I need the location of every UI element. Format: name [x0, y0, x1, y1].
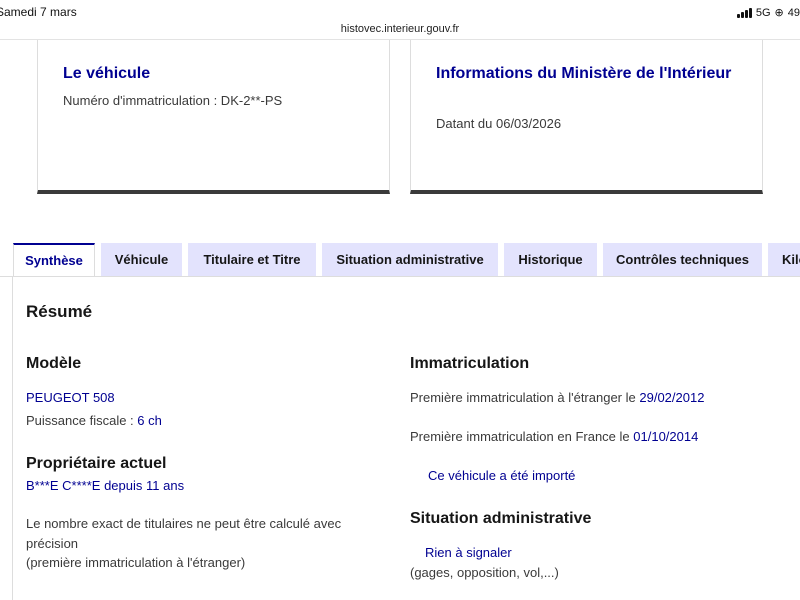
owner-heading: Propriétaire actuel: [26, 455, 167, 472]
registration-heading: Immatriculation: [410, 355, 530, 372]
france-registration: Première immatriculation en France le 01…: [410, 429, 698, 444]
status-bar: Samedi 7 mars 5G ⊕ 49 histovec.interieur…: [0, 0, 800, 40]
admin-status-heading: Situation administrative: [410, 510, 592, 527]
signal-icon: [736, 7, 752, 18]
tab-kilometrage[interactable]: Kilo: [768, 243, 800, 276]
address-bar-url[interactable]: histovec.interieur.gouv.fr: [0, 23, 800, 35]
tab-vehicule[interactable]: Véhicule: [101, 243, 182, 276]
plate-number: Numéro d'immatriculation : DK-2**-PS: [63, 93, 283, 108]
france-registration-label: Première immatriculation en France le: [410, 429, 630, 444]
network-label: 5G: [755, 6, 771, 19]
ministry-card-title: Informations du Ministère de l'Intérieur: [436, 65, 732, 82]
admin-status-details: (gages, opposition, vol,...): [410, 565, 559, 580]
data-date: Datant du 06/03/2026: [436, 116, 562, 131]
model-name: PEUGEOT 508: [26, 390, 115, 405]
owner-since-label: depuis: [104, 478, 143, 493]
france-registration-date: 01/10/2014: [633, 429, 699, 444]
tab-situation-administrative[interactable]: Situation administrative: [322, 243, 498, 276]
owner-name: B***E C****E: [26, 478, 101, 493]
admin-status-link[interactable]: Rien à signaler: [425, 545, 512, 560]
fiscal-power-label: Puissance fiscale :: [26, 413, 134, 428]
owner-note-line1: Le nombre exact de titulaires ne peut êt…: [26, 516, 342, 531]
fiscal-power-value: 6 ch: [137, 413, 162, 428]
foreign-registration: Première immatriculation à l'étranger le…: [410, 390, 704, 405]
tab-titulaire-titre[interactable]: Titulaire et Titre: [188, 243, 316, 276]
vehicle-card: Le véhicule Numéro d'immatriculation : D…: [37, 40, 390, 194]
owner-since-value: 11 ans: [146, 478, 185, 493]
foreign-registration-date: 29/02/2012: [639, 390, 705, 405]
fiscal-power: Puissance fiscale : 6 ch: [26, 413, 162, 428]
orientation-lock-icon: ⊕: [774, 7, 784, 19]
tab-bar: Synthèse Véhicule Titulaire et Titre Sit…: [0, 243, 800, 276]
tab-controles-techniques[interactable]: Contrôles techniques: [603, 243, 762, 276]
owner-line: B***E C****E depuis 11 ans: [26, 478, 184, 493]
foreign-registration-label: Première immatriculation à l'étranger le: [410, 390, 636, 405]
tab-synthese[interactable]: Synthèse: [13, 243, 95, 276]
tab-historique[interactable]: Historique: [504, 243, 597, 276]
owner-note-line2: précision: [26, 536, 79, 551]
battery-label: 49: [787, 6, 800, 19]
model-heading: Modèle: [26, 355, 82, 372]
status-indicators: 5G ⊕ 49: [736, 6, 800, 19]
status-date: Samedi 7 mars: [0, 5, 77, 19]
ministry-card: Informations du Ministère de l'Intérieur…: [410, 40, 763, 194]
imported-vehicle-link[interactable]: Ce véhicule a été importé: [428, 468, 575, 483]
panel-left-border: [12, 276, 13, 600]
vehicle-card-title: Le véhicule: [63, 65, 151, 82]
owner-note-line3: (première immatriculation à l'étranger): [26, 555, 246, 570]
summary-title: Résumé: [26, 302, 93, 321]
